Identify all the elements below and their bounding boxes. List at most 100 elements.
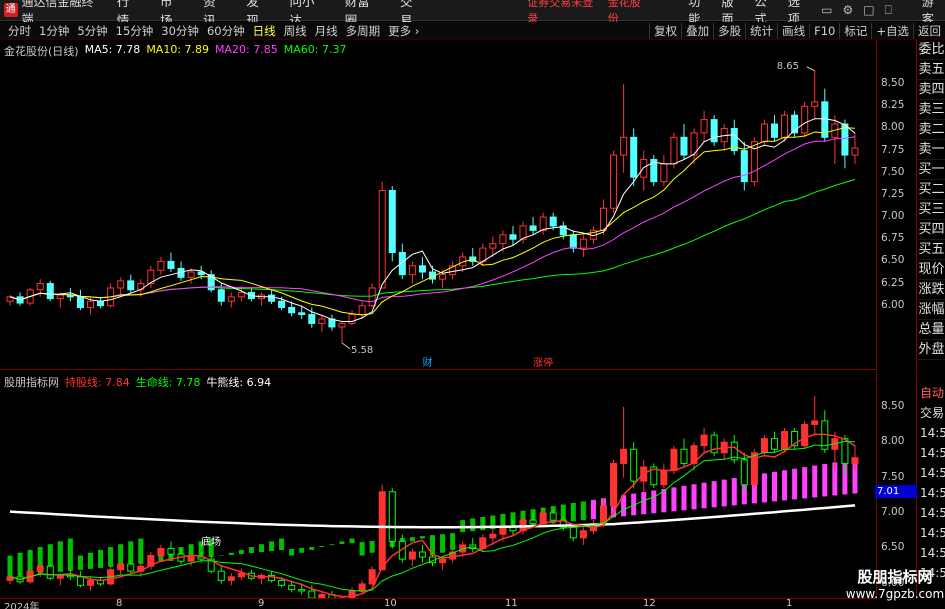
btn-biaoji[interactable]: 标记: [839, 23, 871, 39]
period-weekly[interactable]: 周线: [284, 23, 307, 39]
side-tab[interactable]: 买一: [918, 160, 945, 180]
main-kline-chart[interactable]: 8.65 5.58 财 涨停 金花股份(日线) MA5: 7.78 MA10: 7.8…: [0, 40, 877, 370]
ind-candle-body: [46, 565, 54, 579]
side-tab[interactable]: 买三: [918, 200, 945, 220]
candle-body: [499, 234, 507, 245]
side-tab[interactable]: 总量: [918, 320, 945, 340]
period-more[interactable]: 更多 ›: [388, 23, 419, 39]
ind-candle-body: [56, 574, 64, 579]
candle-body: [489, 243, 497, 249]
layout-icon[interactable]: ⎕: [885, 3, 892, 18]
btn-fuquan[interactable]: 复权: [649, 23, 681, 39]
side-tab[interactable]: 卖二: [918, 120, 945, 140]
period-daily[interactable]: 日线: [253, 23, 276, 39]
side-tab[interactable]: 买四: [918, 220, 945, 240]
main-legend: 金花股份(日线) MA5: 7.78 MA10: 7.89 MA20: 7.85…: [4, 43, 346, 59]
ma10-line: [9, 127, 856, 316]
indicator-tick: 7.00: [881, 506, 905, 519]
ind-candle-body: [308, 590, 316, 599]
period-30min[interactable]: 30分钟: [161, 23, 199, 39]
period-1min[interactable]: 1分钟: [39, 23, 69, 39]
watermark-url: www.7gpzb.com: [845, 587, 945, 601]
shengming-line-label: 生命线: 7.78: [135, 376, 201, 389]
candle-body: [217, 289, 225, 302]
date-tick: 2024年: [4, 602, 40, 609]
ind-candle-body: [157, 547, 165, 557]
high-marker-label: 8.65: [777, 61, 799, 72]
side-tab-trade[interactable]: 14:56: [918, 523, 945, 543]
candle-body: [408, 265, 416, 276]
side-tab[interactable]: 买五: [918, 240, 945, 260]
ind-candle-body: [378, 491, 386, 571]
candle-body: [811, 101, 819, 107]
side-tab[interactable]: 现价: [918, 260, 945, 280]
side-tab-trade[interactable]: 14:56: [918, 423, 945, 443]
indicator-chart[interactable]: 底场 股朋指标网 持股线: 7.84 生命线: 7.78 牛熊线: 6.94: [0, 371, 877, 609]
period-60min[interactable]: 60分钟: [207, 23, 245, 39]
ind-candle-body: [187, 556, 195, 562]
side-tab[interactable]: 卖三: [918, 100, 945, 120]
period-toolbar: 分时 1分钟 5分钟 15分钟 30分钟 60分钟 日线 周线 月线 多周期 更…: [0, 22, 945, 40]
ma60-label: MA60: 7.37: [283, 43, 347, 56]
price-tick: 6.50: [881, 254, 905, 267]
btn-diejia[interactable]: 叠加: [681, 23, 713, 39]
period-5min[interactable]: 5分钟: [77, 23, 107, 39]
settings-icon[interactable]: ⚙: [842, 3, 853, 17]
btn-zixuan[interactable]: +自选: [871, 23, 913, 39]
side-tab[interactable]: 外盘: [918, 340, 945, 360]
btn-duogu[interactable]: 多股: [713, 23, 745, 39]
candle-body: [157, 260, 165, 271]
candle-body: [851, 147, 859, 156]
ind-candle-body: [770, 438, 779, 450]
ind-candle-body: [760, 438, 768, 454]
btn-tongji[interactable]: 统计: [745, 23, 777, 39]
btn-huaxian[interactable]: 画线: [777, 23, 809, 39]
ind-candle-body: [740, 459, 748, 486]
candle-body: [479, 247, 487, 262]
side-tab-trade[interactable]: 14:56: [918, 543, 945, 563]
ind-candle-body: [781, 431, 789, 450]
side-tab[interactable]: 委比: [918, 40, 945, 60]
price-tick: 7.50: [881, 165, 905, 178]
candle-body: [378, 189, 386, 289]
side-tab-trade[interactable]: 14:56: [918, 503, 945, 523]
ind-candle-body: [489, 533, 497, 539]
side-tab-trade[interactable]: 14:56: [918, 443, 945, 463]
indicator-legend: 股朋指标网 持股线: 7.84 生命线: 7.78 牛熊线: 6.94: [4, 374, 271, 390]
side-tab-trade[interactable]: 自动: [918, 383, 945, 403]
candle-body: [298, 312, 306, 316]
period-multi[interactable]: 多周期: [346, 23, 381, 39]
indicator-name: 股朋指标网: [4, 376, 59, 389]
side-tab-trade[interactable]: 14:56: [918, 483, 945, 503]
high-marker-line: [806, 66, 815, 72]
candle-body: [86, 300, 95, 308]
side-tab[interactable]: 涨跌: [918, 280, 945, 300]
window-icon[interactable]: □: [863, 3, 874, 17]
main-price-axis: 8.50 8.25 8.00 7.75 7.50 7.25 7.00 6.75 6.50 6.25…: [877, 40, 917, 370]
side-tab[interactable]: 卖四: [918, 80, 945, 100]
side-tab[interactable]: 卖五: [918, 60, 945, 80]
candle-body: [36, 283, 44, 291]
side-tab[interactable]: 买二: [918, 180, 945, 200]
side-tab-trade[interactable]: 交易: [918, 403, 945, 423]
side-tab[interactable]: 涨幅: [918, 300, 945, 320]
period-monthly[interactable]: 月线: [315, 23, 338, 39]
ind-candle-body: [86, 579, 95, 586]
side-tab[interactable]: 卖一: [918, 140, 945, 160]
candle-body: [318, 318, 326, 324]
candle-body: [288, 306, 296, 314]
title-bar: 通 通达信金融终端 行情 市场 资讯 发现 问小达 财富圈 交易 证券交易未登录…: [0, 0, 945, 28]
date-tick: 11: [505, 598, 518, 609]
candle-body: [127, 280, 135, 291]
btn-f10[interactable]: F10: [809, 24, 839, 38]
period-15min[interactable]: 15分钟: [116, 23, 154, 39]
date-tick: 9: [258, 598, 265, 609]
niuxiong-line: [9, 504, 856, 529]
btn-fanhui[interactable]: 返回: [913, 23, 945, 39]
side-tab-trade[interactable]: 14:56: [918, 463, 945, 483]
price-tick: 8.25: [881, 99, 905, 112]
screen-icon[interactable]: ▭: [821, 3, 832, 17]
period-fenshi[interactable]: 分时: [8, 23, 31, 39]
ind-candle-body: [117, 563, 125, 571]
ind-candle-body: [408, 551, 416, 560]
